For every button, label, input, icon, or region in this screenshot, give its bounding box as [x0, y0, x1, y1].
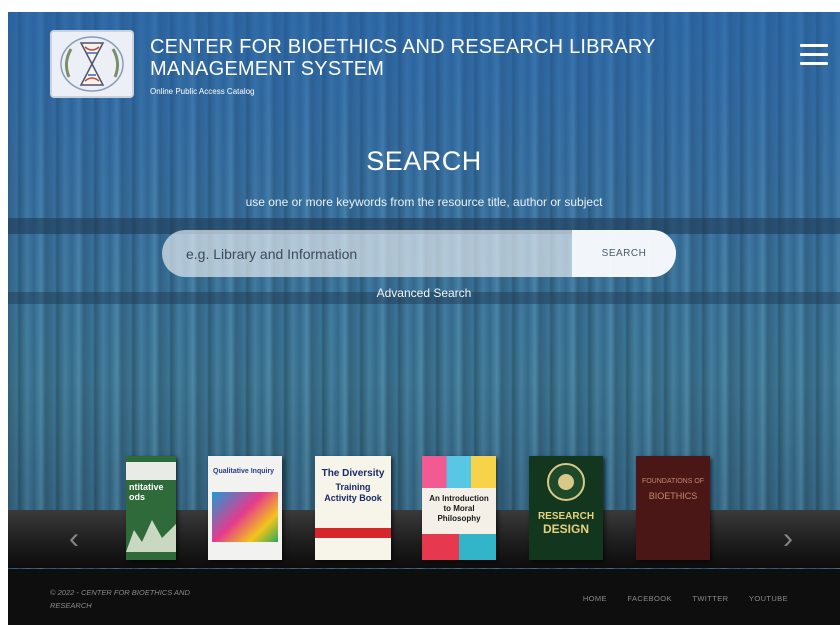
book-title: The Diversity — [321, 468, 385, 479]
book-cover[interactable]: An Introduction to Moral Philosophy — [422, 456, 496, 560]
search-bar: SEARCH — [162, 230, 676, 277]
book-cover[interactable]: ntitative ods — [126, 456, 176, 560]
site-footer: © 2022 - CENTER FOR BIOETHICS AND RESEAR… — [8, 569, 840, 625]
book-cover[interactable]: The Diversity Training Activity Book — [315, 456, 391, 560]
book-carousel: ntitative ods Qualitative Inquiry The Di… — [8, 452, 840, 570]
carousel-next-icon[interactable]: › — [776, 520, 800, 558]
footer-link-home[interactable]: HOME — [583, 594, 607, 603]
footer-link-youtube[interactable]: YOUTUBE — [749, 594, 788, 603]
dna-hourglass-icon — [60, 36, 124, 92]
site-header: CENTER FOR BIOETHICS AND RESEARCH LIBRAR… — [50, 30, 830, 100]
book-title: DESIGN — [542, 522, 589, 536]
copyright-text: © 2022 - CENTER FOR BIOETHICS AND RESEAR… — [50, 588, 190, 610]
emblem-icon — [547, 463, 585, 501]
site-title: CENTER FOR BIOETHICS AND RESEARCH LIBRAR… — [150, 36, 656, 80]
book-title: BIOETHICS — [648, 491, 698, 501]
carousel-prev-icon[interactable]: ‹ — [62, 520, 86, 558]
footer-link-facebook[interactable]: FACEBOOK — [627, 594, 671, 603]
hamburger-menu-icon[interactable] — [800, 44, 828, 66]
footer-links: HOME FACEBOOK TWITTER YOUTUBE — [567, 588, 788, 606]
search-button[interactable]: SEARCH — [572, 230, 676, 277]
mountain-chart-icon — [126, 520, 176, 552]
site-subtitle: Online Public Access Catalog — [150, 87, 255, 96]
book-title: ods — [129, 492, 146, 502]
book-title: Training Activity Book — [324, 482, 382, 503]
search-heading: SEARCH — [366, 146, 482, 176]
book-title: An Introduction to Moral Philosophy — [429, 494, 489, 523]
advanced-search-link[interactable]: Advanced Search — [8, 286, 840, 300]
book-cover[interactable]: FOUNDATIONS OF BIOETHICS — [636, 456, 710, 560]
book-title: ntitative — [129, 482, 164, 492]
book-title: RESEARCH — [537, 511, 595, 522]
search-input[interactable] — [162, 230, 572, 277]
page-frame: CENTER FOR BIOETHICS AND RESEARCH LIBRAR… — [8, 12, 840, 625]
logo[interactable] — [50, 30, 134, 98]
book-cover[interactable]: Qualitative Inquiry — [208, 456, 282, 560]
book-cover[interactable]: RESEARCH DESIGN — [529, 456, 603, 560]
book-title: FOUNDATIONS OF — [641, 478, 705, 485]
search-hint: use one or more keywords from the resour… — [245, 195, 603, 209]
footer-link-twitter[interactable]: TWITTER — [692, 594, 728, 603]
book-title: Qualitative Inquiry — [213, 468, 275, 475]
